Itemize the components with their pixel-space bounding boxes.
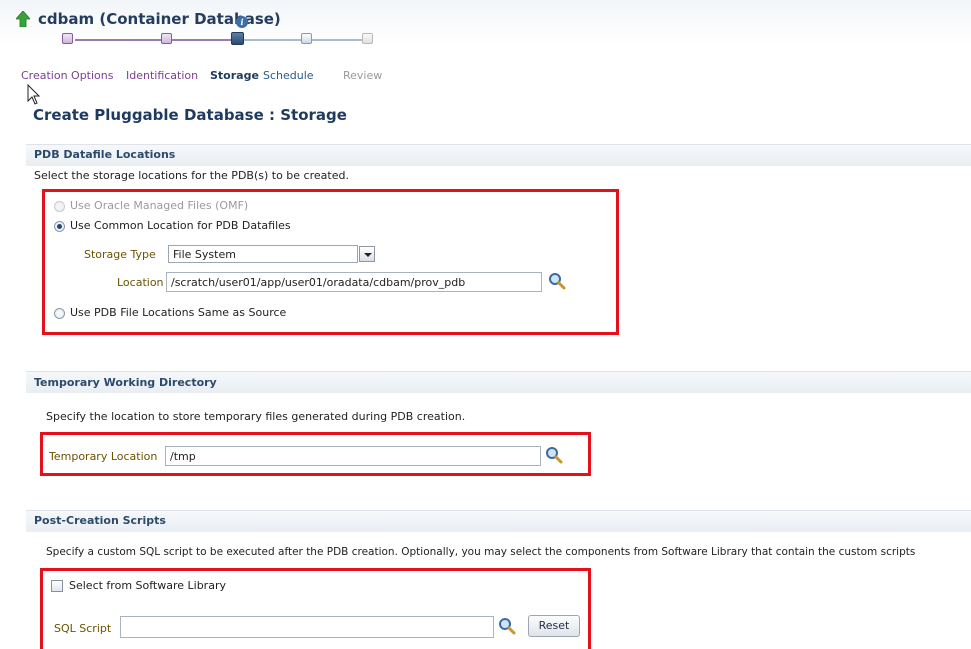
location-input[interactable]: /scratch/user01/app/user01/oradata/cdbam… xyxy=(166,272,542,292)
scripts-description: Specify a custom SQL script to be execut… xyxy=(46,546,916,558)
temp-location-value: /tmp xyxy=(170,450,196,463)
train-connector xyxy=(75,39,233,41)
train-label-creation-options[interactable]: Creation Options xyxy=(21,69,113,82)
radio-common-location[interactable] xyxy=(54,221,65,232)
train-stop-schedule[interactable] xyxy=(301,33,312,44)
storage-type-label: Storage Type xyxy=(84,248,156,261)
temp-location-input[interactable]: /tmp xyxy=(165,446,541,466)
location-value: /scratch/user01/app/user01/oradata/cdbam… xyxy=(171,276,466,289)
train-stop-identification[interactable] xyxy=(161,33,172,44)
storage-type-value: File System xyxy=(173,248,236,261)
sql-script-input[interactable] xyxy=(120,616,494,638)
chevron-down-icon[interactable] xyxy=(359,246,375,262)
section-title-scripts: Post-Creation Scripts xyxy=(34,514,166,527)
reset-button[interactable]: Reset xyxy=(528,615,580,637)
train-label-review: Review xyxy=(343,69,383,82)
section-title-datafile: PDB Datafile Locations xyxy=(34,148,176,161)
train-label-schedule[interactable]: Schedule xyxy=(263,69,314,82)
temp-location-label: Temporary Location xyxy=(49,450,158,463)
radio-common-location-label: Use Common Location for PDB Datafiles xyxy=(70,219,291,232)
software-library-checkbox[interactable] xyxy=(51,580,63,592)
search-icon[interactable] xyxy=(548,272,566,290)
location-label: Location xyxy=(117,276,164,289)
search-icon[interactable] xyxy=(545,446,563,464)
info-icon[interactable]: i xyxy=(236,16,248,28)
radio-same-as-source[interactable] xyxy=(54,308,65,319)
section-header-scripts xyxy=(26,510,971,532)
train-stop-creation-options[interactable] xyxy=(62,33,73,44)
section-title-temp: Temporary Working Directory xyxy=(34,376,217,389)
mouse-pointer-icon xyxy=(27,84,41,105)
train-label-storage: Storage xyxy=(210,69,259,82)
page-title: Create Pluggable Database : Storage xyxy=(33,106,347,124)
green-up-arrow-icon[interactable] xyxy=(16,11,30,27)
sql-script-label: SQL Script xyxy=(54,622,112,635)
search-icon[interactable] xyxy=(498,617,516,635)
radio-omf-label: Use Oracle Managed Files (OMF) xyxy=(70,199,249,212)
storage-type-select[interactable]: File System xyxy=(168,245,358,263)
train-label-identification[interactable]: Identification xyxy=(126,69,198,82)
train-stop-storage xyxy=(231,32,244,45)
temp-description: Specify the location to store temporary … xyxy=(46,410,466,423)
software-library-label: Select from Software Library xyxy=(69,579,226,592)
train-stop-review xyxy=(362,33,373,44)
radio-omf[interactable] xyxy=(54,201,65,212)
datafile-description: Select the storage locations for the PDB… xyxy=(34,169,349,182)
radio-same-as-source-label: Use PDB File Locations Same as Source xyxy=(70,306,287,319)
